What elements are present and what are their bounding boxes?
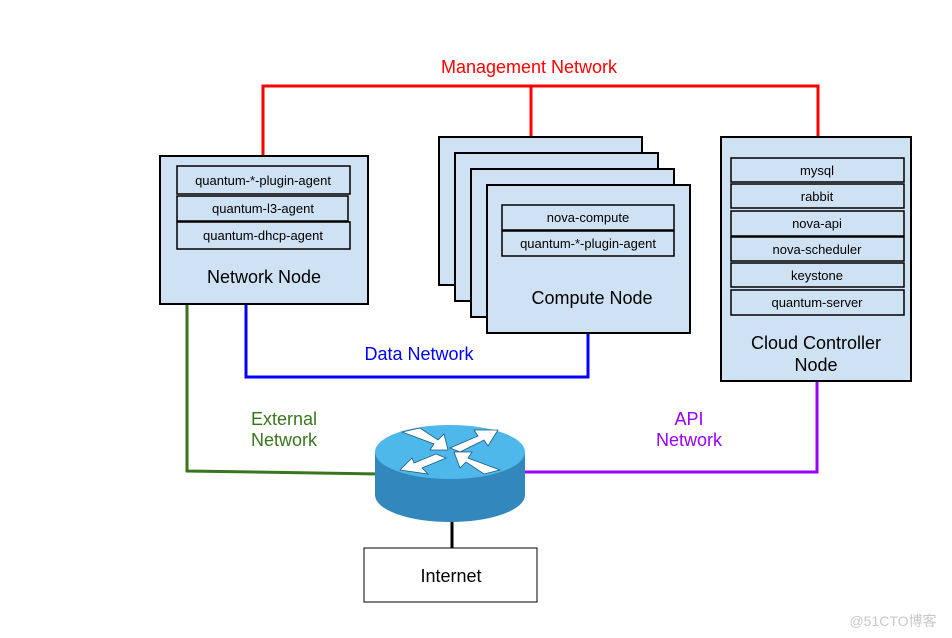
cloud-controller-node: mysql rabbit nova-api nova-scheduler key… [720,136,912,382]
service-label: mysql [800,163,834,178]
network-diagram: Management Network Data Network External… [159,57,937,629]
service-label: rabbit [801,189,834,204]
internet-box: Internet [363,547,538,603]
service-label: nova-compute [547,210,629,225]
controller-node-label-1: Cloud Controller [751,333,881,353]
service-label: quantum-dhcp-agent [203,228,323,243]
data-network-label: Data Network [364,344,474,364]
api-network-label-1: API [674,409,703,429]
network-node-label: Network Node [207,267,321,287]
compute-node-stack: nova-compute quantum-*-plugin-agent Comp… [438,136,691,334]
network-node: quantum-*-plugin-agent quantum-l3-agent … [159,155,369,305]
service-label: nova-scheduler [773,242,863,257]
service-label: nova-api [792,216,842,231]
service-label: quantum-*-plugin-agent [195,173,331,188]
external-network-label-2: Network [251,430,318,450]
internet-label: Internet [420,566,481,586]
router-icon [375,425,525,522]
api-network [520,381,819,474]
external-network-label-1: External [251,409,317,429]
service-label: keystone [791,268,843,283]
service-label: quantum-l3-agent [212,201,314,216]
management-network-label: Management Network [441,57,618,77]
api-network-label-2: Network [656,430,723,450]
controller-node-label-2: Node [794,355,837,375]
service-label: quantum-server [771,295,863,310]
watermark: @51CTO博客 [849,613,936,629]
compute-node-label: Compute Node [531,288,652,308]
service-label: quantum-*-plugin-agent [520,236,656,251]
